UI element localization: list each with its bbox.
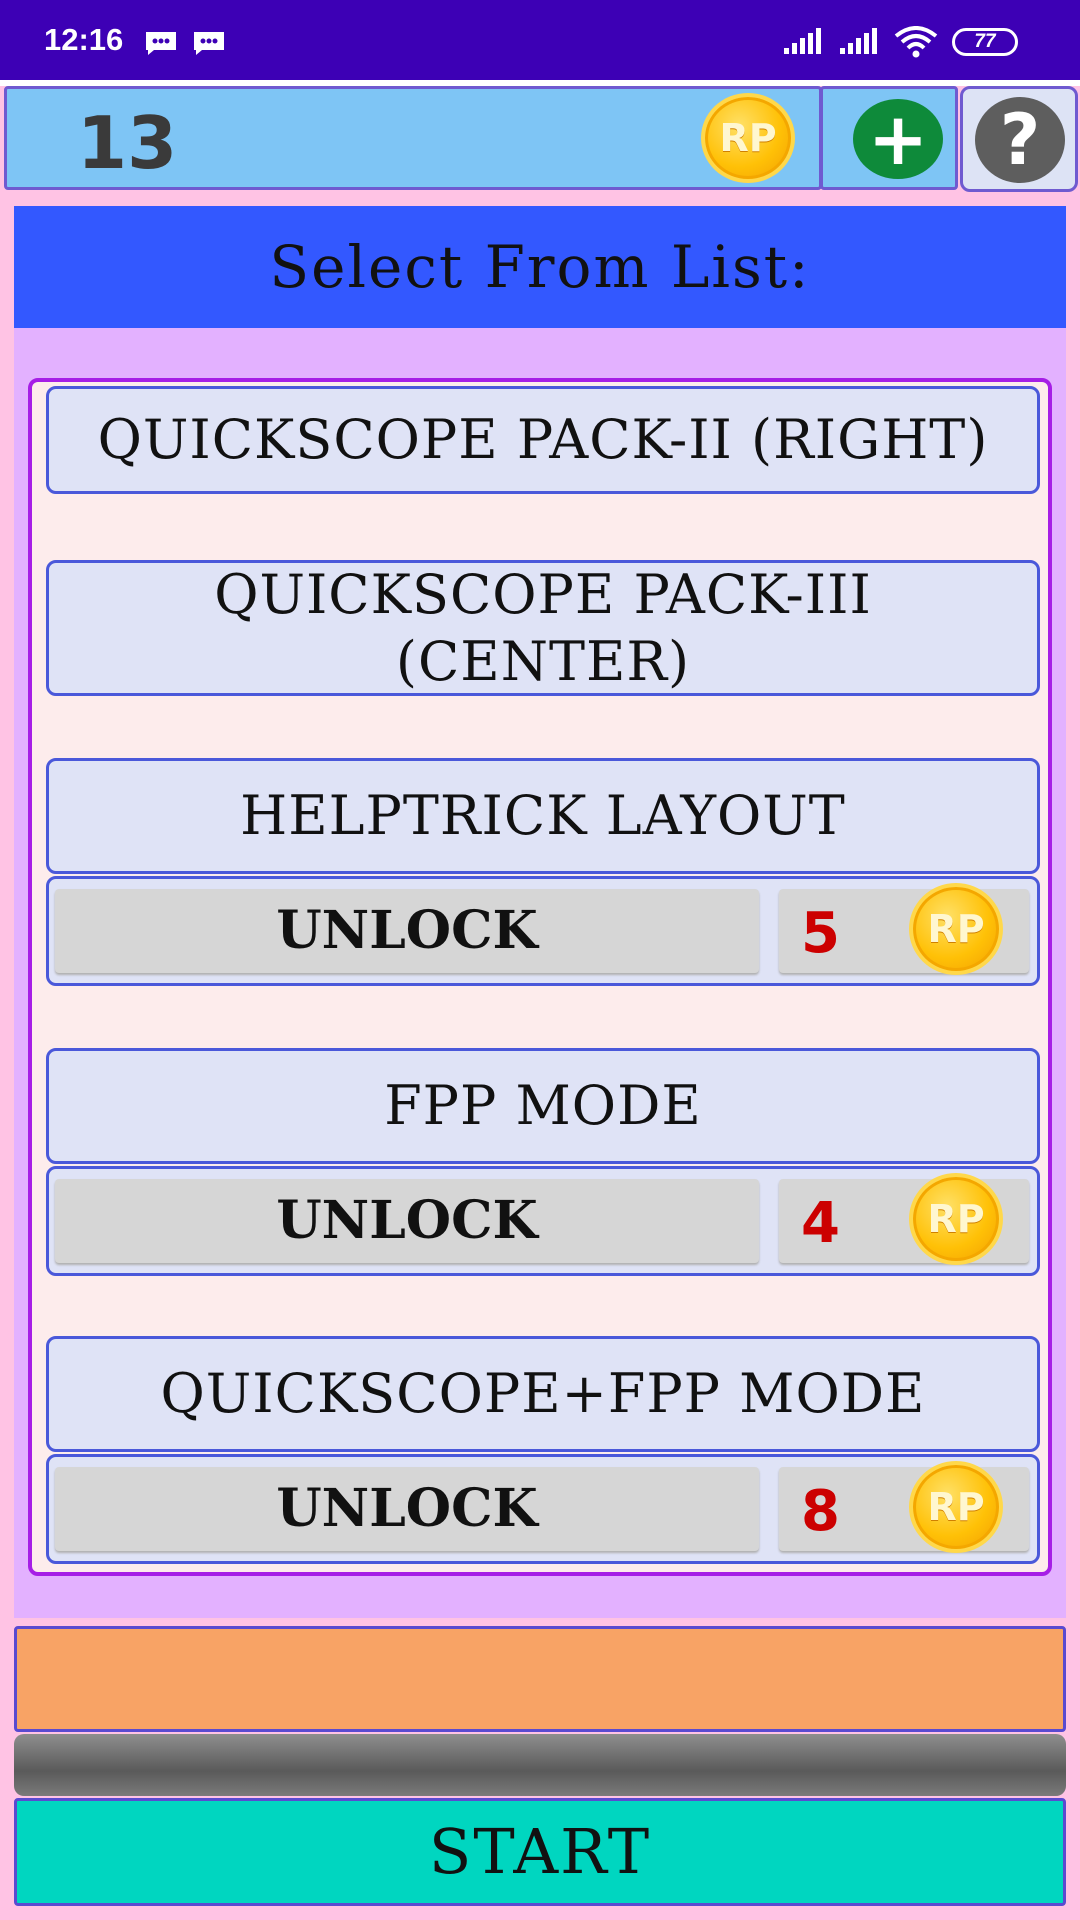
coin-icon: RP: [701, 93, 795, 183]
points-count: 13: [77, 101, 178, 185]
page-title: Select From List:: [14, 206, 1066, 328]
list-item[interactable]: FPP MODE: [46, 1048, 1040, 1164]
add-points-button[interactable]: +: [820, 86, 958, 190]
wifi-icon: [894, 26, 938, 58]
cost-badge: 4 RP: [779, 1173, 1029, 1265]
unlock-button[interactable]: UNLOCK: [55, 889, 759, 973]
help-button[interactable]: ?: [960, 86, 1078, 192]
cost-value: 8: [801, 1479, 840, 1544]
unlock-button[interactable]: UNLOCK: [55, 1179, 759, 1263]
coin-icon: RP: [909, 883, 1003, 975]
cost-badge: 5 RP: [779, 883, 1029, 975]
coin-icon: RP: [909, 1461, 1003, 1553]
orange-bar: [14, 1626, 1066, 1732]
option-list[interactable]: QUICKSCOPE PACK-II (RIGHT) QUICKSCOPE PA…: [28, 378, 1052, 1576]
list-item[interactable]: QUICKSCOPE PACK-II (RIGHT): [46, 386, 1040, 494]
gray-bar: [14, 1734, 1066, 1796]
unlock-row: UNLOCK 4 RP: [46, 1166, 1040, 1276]
status-time: 12:16: [44, 22, 124, 57]
list-item[interactable]: QUICKSCOPE PACK-III (CENTER): [46, 560, 1040, 696]
status-bar: 12:16 77: [0, 0, 1080, 80]
message-icon: [146, 32, 176, 55]
signal-icon: [784, 28, 821, 54]
message-icon: [194, 32, 224, 55]
cost-value: 4: [801, 1191, 840, 1256]
points-bar: 13 RP: [4, 86, 822, 190]
unlock-row: UNLOCK 5 RP: [46, 876, 1040, 986]
unlock-row: UNLOCK 8 RP: [46, 1454, 1040, 1564]
battery-icon: 77: [952, 28, 1018, 56]
start-button[interactable]: START: [14, 1798, 1066, 1906]
cost-value: 5: [801, 901, 840, 966]
coin-icon: RP: [909, 1173, 1003, 1265]
question-icon: ?: [975, 97, 1065, 183]
signal-icon: [840, 28, 877, 54]
plus-icon: +: [853, 99, 943, 179]
list-item[interactable]: HELPTRICK LAYOUT: [46, 758, 1040, 874]
cost-badge: 8 RP: [779, 1461, 1029, 1553]
list-item[interactable]: QUICKSCOPE+FPP MODE: [46, 1336, 1040, 1452]
unlock-button[interactable]: UNLOCK: [55, 1467, 759, 1551]
